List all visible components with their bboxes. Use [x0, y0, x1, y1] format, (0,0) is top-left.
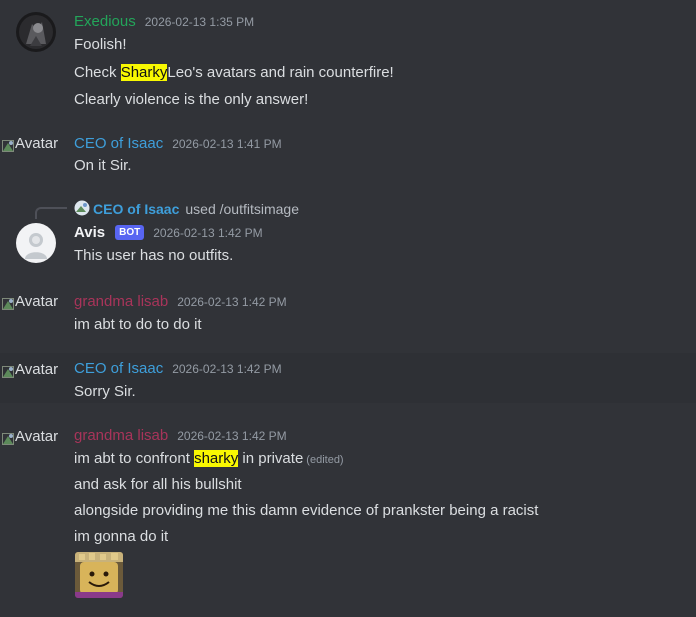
message-header: CEO of Isaac 2026-02-13 1:41 PM — [74, 134, 282, 154]
avatar[interactable] — [16, 12, 56, 52]
mention-highlight: sharky — [194, 450, 239, 467]
reply-avatar-icon — [74, 200, 90, 219]
timestamp[interactable]: 2026-02-13 1:42 PM — [153, 223, 262, 243]
message-text: im gonna do it — [74, 528, 169, 545]
reply-spine — [35, 207, 67, 219]
avatar-alt-text: Avatar — [15, 361, 59, 378]
timestamp[interactable]: 2026-02-13 1:42 PM — [172, 359, 281, 379]
timestamp[interactable]: 2026-02-13 1:41 PM — [172, 134, 281, 154]
timestamp[interactable]: 2026-02-13 1:42 PM — [177, 292, 286, 312]
message-header: Avis BOT 2026-02-13 1:42 PM — [74, 223, 263, 243]
message-header: Exedious 2026-02-13 1:35 PM — [74, 12, 254, 32]
message-header: grandma lisab 2026-02-13 1:42 PM — [74, 426, 287, 446]
author-name[interactable]: CEO of Isaac — [74, 359, 163, 379]
avatar-alt-text: Avatar — [15, 428, 59, 445]
broken-image-icon — [2, 431, 14, 445]
timestamp[interactable]: 2026-02-13 1:42 PM — [177, 426, 286, 446]
message-header: CEO of Isaac 2026-02-13 1:42 PM — [74, 359, 282, 379]
broken-image-icon — [2, 296, 14, 310]
message-text: Check SharkyLeo's avatars and rain count… — [74, 64, 394, 81]
reply-author[interactable]: CEO of Isaac — [93, 201, 179, 217]
author-name[interactable]: CEO of Isaac — [74, 134, 163, 154]
reply-command: used /outfitsimage — [185, 201, 299, 217]
avatar-alt-text: Avatar — [15, 293, 59, 310]
message-text: This user has no outfits. — [74, 247, 234, 264]
message-text: Foolish! — [74, 36, 127, 53]
message-text: im abt to do to do it — [74, 316, 202, 333]
bot-badge: BOT — [115, 225, 145, 240]
broken-image-icon — [2, 364, 14, 378]
avatar[interactable]: Avatar — [2, 360, 58, 380]
image-attachment[interactable] — [75, 552, 123, 598]
edited-label: (edited) — [306, 454, 344, 466]
message-text: Sorry Sir. — [74, 383, 136, 400]
message-text: im abt to confront sharky in private (edi… — [74, 450, 344, 467]
avatar-alt-text: Avatar — [15, 135, 59, 152]
message-text: alongside providing me this damn evidenc… — [74, 502, 539, 519]
author-name[interactable]: Avis — [74, 223, 105, 243]
reply-reference[interactable]: CEO of Isaac used /outfitsimage — [74, 199, 299, 219]
timestamp[interactable]: 2026-02-13 1:35 PM — [145, 12, 254, 32]
message-header: grandma lisab 2026-02-13 1:42 PM — [74, 292, 287, 312]
mention-highlight: Sharky — [120, 64, 168, 81]
avatar[interactable]: Avatar — [2, 427, 58, 447]
author-name[interactable]: grandma lisab — [74, 426, 168, 446]
avatar[interactable]: Avatar — [2, 292, 58, 312]
message-text: On it Sir. — [74, 157, 132, 174]
author-name[interactable]: Exedious — [74, 12, 136, 32]
bot-avatar[interactable] — [16, 223, 56, 263]
message-text: and ask for all his bullshit — [74, 476, 242, 493]
author-name[interactable]: grandma lisab — [74, 292, 168, 312]
broken-image-icon — [2, 138, 14, 152]
message-text: Clearly violence is the only answer! — [74, 91, 309, 108]
avatar[interactable]: Avatar — [2, 134, 58, 154]
